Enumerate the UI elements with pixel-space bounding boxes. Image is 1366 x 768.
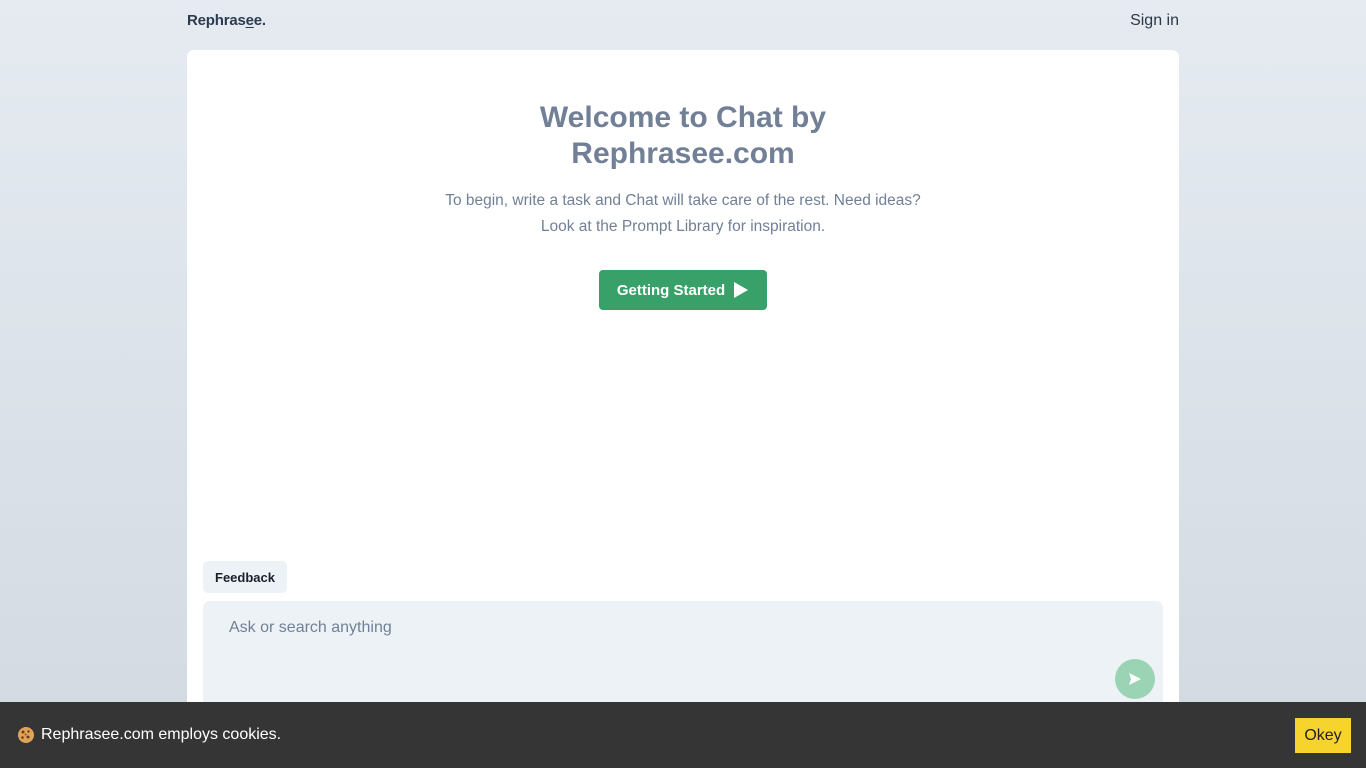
- cookie-text: Rephrasee.com employs cookies.: [41, 726, 282, 743]
- accept-cookies-button[interactable]: Okey: [1295, 718, 1351, 753]
- main-card: Welcome to Chat by Rephrasee.com To begi…: [187, 50, 1179, 768]
- page-title: Welcome to Chat by Rephrasee.com: [187, 100, 1179, 172]
- send-icon: [1129, 673, 1141, 685]
- sign-in-link[interactable]: Sign in: [1130, 12, 1179, 30]
- logo-text-underlined: e: [245, 12, 254, 29]
- top-bar: Rephrasee. Sign in: [187, 0, 1179, 42]
- title-line-2: Rephrasee.com: [571, 137, 795, 170]
- getting-started-label: Getting Started: [616, 281, 726, 299]
- cookie-icon: [18, 727, 34, 743]
- subtitle-line-1: To begin, write a task and Chat will tak…: [445, 192, 921, 209]
- title-line-1: Welcome to Chat by: [539, 101, 827, 134]
- logo[interactable]: Rephrasee.: [187, 12, 266, 29]
- page-subtitle: To begin, write a task and Chat will tak…: [187, 188, 1179, 240]
- getting-started-button[interactable]: Getting Started: [599, 270, 767, 310]
- logo-text-main: Rephras: [187, 12, 246, 29]
- cookie-banner: Rephrasee.com employs cookies. Okey: [0, 702, 1366, 768]
- feedback-button[interactable]: Feedback: [203, 561, 287, 593]
- subtitle-line-2: Look at the Prompt Library for inspirati…: [540, 218, 826, 235]
- send-button[interactable]: [1115, 659, 1155, 699]
- play-icon: [734, 282, 749, 298]
- logo-text-end: e.: [253, 12, 266, 29]
- chat-input[interactable]: [229, 619, 1089, 659]
